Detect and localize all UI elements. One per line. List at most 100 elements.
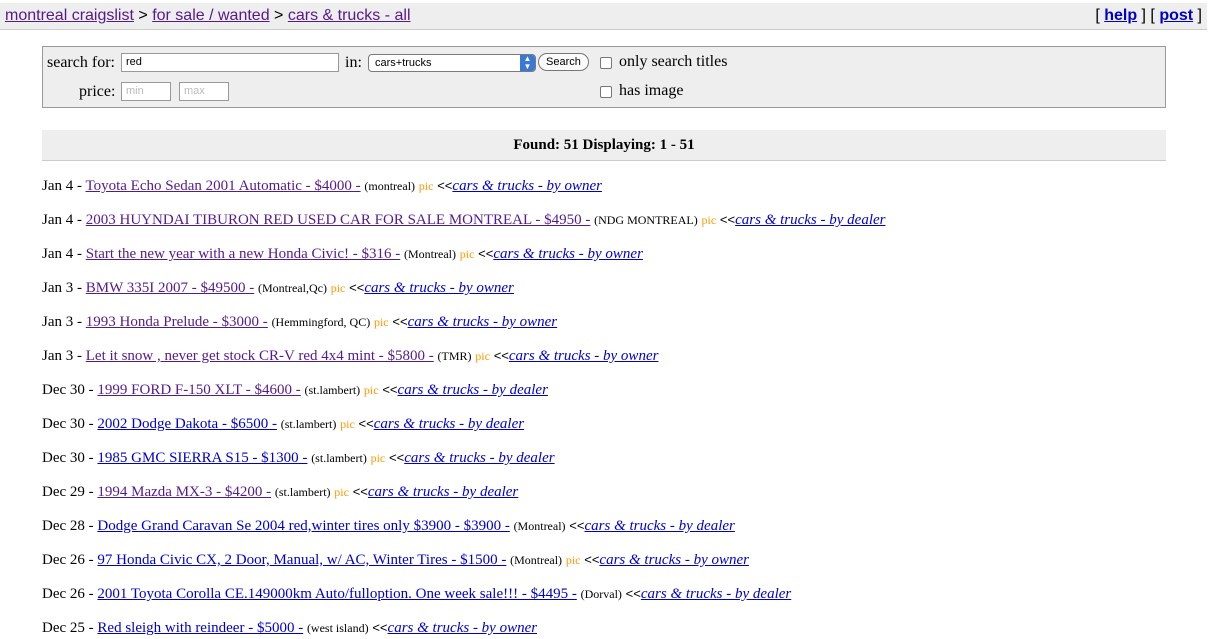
list-item: Dec 25 - Red sleigh with reindeer - $500… — [42, 620, 538, 636]
listing-date: Dec 25 — [42, 620, 85, 636]
listing-location: (TMR) — [437, 349, 472, 363]
listing-category-link[interactable]: cars & trucks - by owner — [509, 348, 659, 364]
listing-pic-indicator: pic — [565, 553, 581, 567]
listing-location: (Montreal) — [510, 553, 563, 567]
price-min-input[interactable]: min — [121, 82, 171, 101]
only-search-titles-checkbox[interactable] — [600, 57, 612, 69]
search-for-label: search for: — [47, 54, 115, 71]
listing-title-link[interactable]: 2002 Dodge Dakota - $6500 - — [97, 416, 277, 432]
list-item: Dec 29 - 1994 Mazda MX-3 - $4200 - (st.l… — [42, 484, 519, 500]
search-input[interactable]: red — [121, 53, 339, 72]
listing-category-prefix: << — [358, 416, 374, 431]
listing-date: Jan 3 — [42, 280, 74, 296]
list-item: Dec 30 - 2002 Dodge Dakota - $6500 - (st… — [42, 416, 525, 432]
breadcrumb-separator: > — [138, 7, 148, 24]
list-item: Dec 30 - 1985 GMC SIERRA S15 - $1300 - (… — [42, 450, 555, 466]
price-label: price: — [79, 83, 116, 100]
list-item: Dec 26 - 97 Honda Civic CX, 2 Door, Manu… — [42, 552, 749, 568]
listing-category-prefix: << — [719, 212, 736, 227]
top-bar: montreal craigslist > for sale / wanted … — [0, 3, 1207, 30]
breadcrumb-for-sale-wanted[interactable]: for sale / wanted — [152, 7, 269, 24]
listing-category-prefix: << — [352, 484, 368, 499]
listing-location: (st.lambert) — [311, 451, 367, 465]
listing-category-prefix: << — [392, 314, 408, 329]
listing-title-link[interactable]: Start the new year with a new Honda Civi… — [86, 246, 401, 262]
in-label: in: — [345, 54, 362, 71]
listing-date: Dec 29 — [42, 484, 85, 500]
list-item: Jan 4 - 2003 HUYNDAI TIBURON RED USED CA… — [42, 212, 886, 228]
listing-category-link[interactable]: cars & trucks - by owner — [452, 178, 602, 194]
listing-category-link[interactable]: cars & trucks - by owner — [408, 314, 558, 330]
help-link[interactable]: help — [1104, 7, 1137, 24]
listing-date: Jan 3 — [42, 314, 74, 330]
listing-category-prefix: << — [625, 586, 641, 601]
select-arrows-icon: ▲ ▼ — [520, 55, 535, 71]
listing-location: (st.lambert) — [274, 485, 331, 499]
listing-title-link[interactable]: 1985 GMC SIERRA S15 - $1300 - — [97, 450, 307, 466]
listing-pic-indicator: pic — [418, 179, 434, 193]
list-item: Jan 3 - BMW 335I 2007 - $49500 - (Montre… — [42, 280, 514, 296]
listing-category-link[interactable]: cars & trucks - by dealer — [584, 518, 734, 534]
only-search-titles-label: only search titles — [619, 53, 728, 70]
listing-location: (Montreal) — [404, 247, 456, 261]
listing-title-link[interactable]: BMW 335I 2007 - $49500 - — [86, 280, 254, 296]
listing-date: Jan 4 — [42, 212, 74, 228]
list-item: Jan 4 - Toyota Echo Sedan 2001 Automatic… — [42, 178, 602, 194]
listing-location: (st.lambert) — [304, 383, 361, 397]
listing-category-prefix: << — [584, 552, 600, 567]
listing-pic-indicator: pic — [701, 213, 717, 227]
listing-category-link[interactable]: cars & trucks - by dealer — [374, 416, 524, 432]
listing-date: Jan 4 — [42, 246, 74, 262]
list-item: Dec 30 - 1999 FORD F-150 XLT - $4600 - (… — [42, 382, 548, 398]
breadcrumb-montreal-craigslist[interactable]: montreal craigslist — [5, 7, 134, 24]
listing-title-link[interactable]: 1993 Honda Prelude - $3000 - — [86, 314, 268, 330]
list-item: Jan 3 - Let it snow , never get stock CR… — [42, 348, 659, 364]
listing-pic-indicator: pic — [459, 247, 475, 261]
listing-pic-indicator: pic — [370, 451, 386, 465]
listing-date: Dec 26 — [42, 552, 85, 568]
listing-category-prefix: << — [569, 518, 585, 533]
post-link[interactable]: post — [1159, 7, 1193, 24]
category-select[interactable]: cars+trucks ▲ ▼ — [368, 54, 536, 72]
listing-pic-indicator: pic — [330, 281, 346, 295]
listing-date: Dec 30 — [42, 450, 85, 466]
listing-location: (Montreal,Qc) — [257, 281, 327, 295]
listing-category-prefix: << — [478, 246, 494, 261]
listing-category-link[interactable]: cars & trucks - by owner — [599, 552, 749, 568]
listing-title-link[interactable]: 2001 Toyota Corolla CE.149000km Auto/ful… — [97, 586, 576, 602]
listing-title-link[interactable]: 1999 FORD F-150 XLT - $4600 - — [97, 382, 300, 398]
listing-title-link[interactable]: 97 Honda Civic CX, 2 Door, Manual, w/ AC… — [97, 552, 506, 568]
results-count-bar: Found: 51 Displaying: 1 - 51 — [42, 130, 1166, 161]
listing-title-link[interactable]: Toyota Echo Sedan 2001 Automatic - $4000… — [85, 178, 360, 194]
listing-category-prefix: << — [389, 450, 405, 465]
listing-category-link[interactable]: cars & trucks - by dealer — [368, 484, 518, 500]
listing-category-link[interactable]: cars & trucks - by dealer — [641, 586, 791, 602]
breadcrumb-cars-trucks-all[interactable]: cars & trucks - all — [288, 7, 411, 24]
listing-pic-indicator: pic — [373, 315, 389, 329]
listing-title-link[interactable]: Let it snow , never get stock CR-V red 4… — [86, 348, 434, 364]
listing-category-link[interactable]: cars & trucks - by owner — [493, 246, 643, 262]
listing-title-link[interactable]: Dodge Grand Caravan Se 2004 red,winter t… — [97, 518, 509, 534]
listing-category-prefix: << — [493, 348, 509, 363]
category-select-value: cars+trucks — [375, 57, 432, 69]
listing-location: (Hemmingford, QC) — [271, 315, 371, 329]
listing-category-link[interactable]: cars & trucks - by owner — [364, 280, 514, 296]
listing-title-link[interactable]: Red sleigh with reindeer - $5000 - — [97, 620, 303, 636]
has-image-checkbox[interactable] — [600, 86, 612, 98]
listing-title-link[interactable]: 1994 Mazda MX-3 - $4200 - — [97, 484, 271, 500]
listing-category-prefix: << — [372, 620, 388, 635]
listing-location: (Dorval) — [580, 587, 622, 601]
price-max-input[interactable]: max — [179, 82, 229, 101]
listing-category-link[interactable]: cars & trucks - by dealer — [404, 450, 554, 466]
has-image-label: has image — [619, 82, 684, 99]
listing-category-link[interactable]: cars & trucks - by dealer — [735, 212, 885, 228]
listing-category-link[interactable]: cars & trucks - by owner — [388, 620, 538, 636]
listing-category-link[interactable]: cars & trucks - by dealer — [398, 382, 548, 398]
list-item: Jan 4 - Start the new year with a new Ho… — [42, 246, 643, 262]
listing-location: (west island) — [306, 621, 369, 635]
listing-title-link[interactable]: 2003 HUYNDAI TIBURON RED USED CAR FOR SA… — [86, 212, 591, 228]
search-button[interactable]: Search — [538, 53, 589, 71]
listing-pic-indicator: pic — [363, 383, 379, 397]
listing-category-prefix: << — [437, 178, 453, 193]
listing-location: (st.lambert) — [280, 417, 337, 431]
